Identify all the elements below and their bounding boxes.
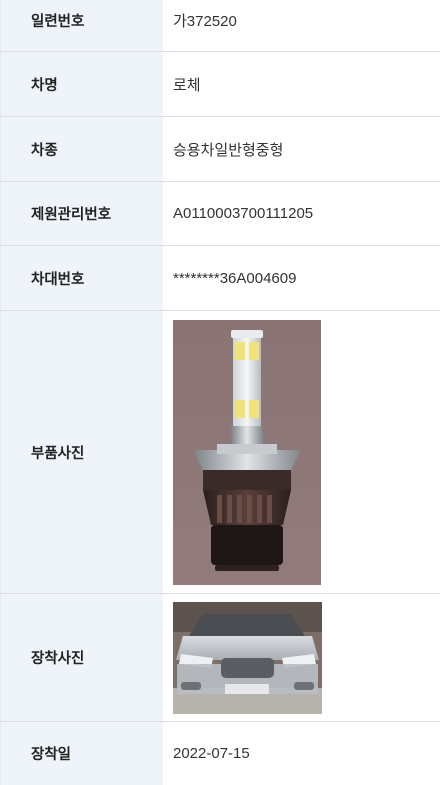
led-bulb-image (173, 319, 321, 585)
vin-label: 차대번호 (0, 246, 163, 310)
install-date-value: 2022-07-15 (163, 722, 440, 785)
spec-number-value: A0110003700111205 (163, 182, 440, 245)
sedan-image (173, 601, 322, 714)
serial-number-label: 일련번호 (0, 0, 163, 51)
car-type-label: 차종 (0, 117, 163, 181)
part-photo-label: 부품사진 (0, 311, 163, 593)
install-date-label: 장착일 (0, 722, 163, 785)
row-install-photo: 장착사진 (0, 594, 440, 722)
part-photo-cell (163, 311, 440, 593)
row-serial-number: 일련번호 가372520 (0, 0, 440, 52)
spec-number-label: 제원관리번호 (0, 182, 163, 245)
led-bulb-photo[interactable] (173, 319, 321, 585)
row-vin: 차대번호 ********36A004609 (0, 246, 440, 311)
install-photo-label: 장착사진 (0, 594, 163, 721)
sedan-photo[interactable] (173, 601, 322, 714)
row-car-name: 차명 로체 (0, 52, 440, 117)
vin-value: ********36A004609 (163, 246, 440, 310)
car-name-label: 차명 (0, 52, 163, 116)
car-type-value: 승용차일반형중형 (163, 117, 440, 181)
vehicle-info-table: 일련번호 가372520 차명 로체 차종 승용차일반형중형 제원관리번호 A0… (0, 0, 440, 785)
row-car-type: 차종 승용차일반형중형 (0, 117, 440, 182)
car-name-value: 로체 (163, 52, 440, 116)
serial-number-value: 가372520 (163, 0, 440, 51)
row-part-photo: 부품사진 (0, 311, 440, 594)
row-install-date: 장착일 2022-07-15 (0, 722, 440, 785)
install-photo-cell (163, 594, 440, 721)
row-spec-number: 제원관리번호 A0110003700111205 (0, 182, 440, 246)
